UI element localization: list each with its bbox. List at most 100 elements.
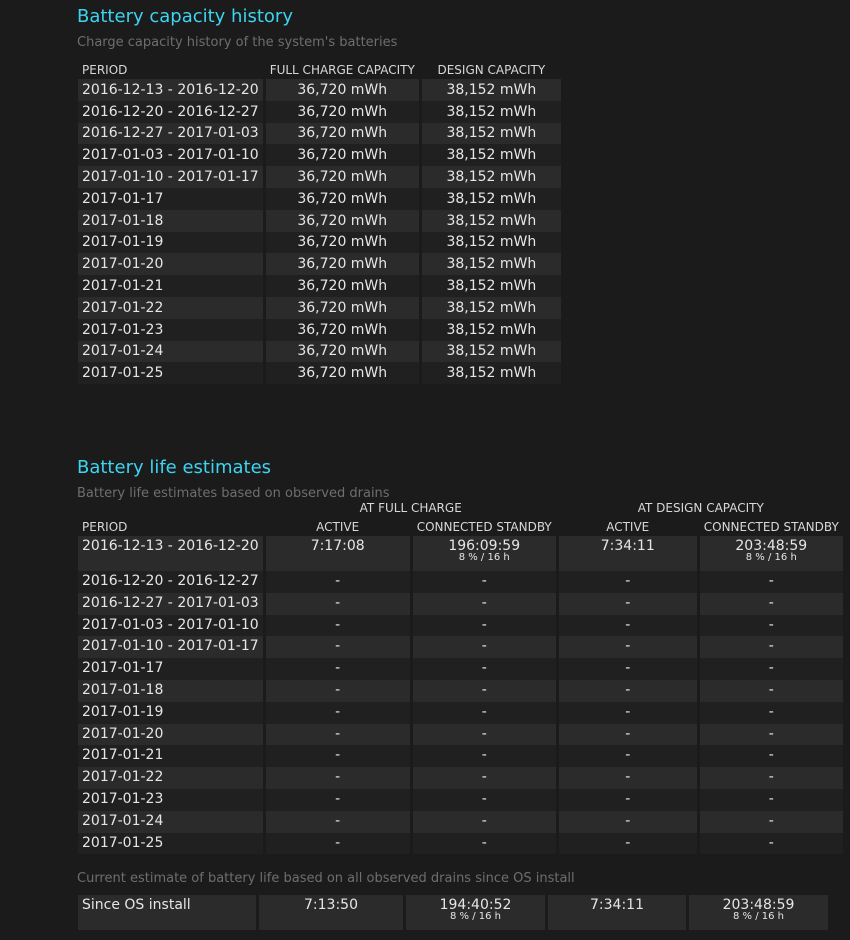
cell-design-standby: - <box>699 614 843 637</box>
cell-design-standby: - <box>699 571 843 593</box>
cell-full-active: - <box>265 788 410 811</box>
column-header-period: PERIOD <box>82 519 128 534</box>
cell-period: 2017-01-21 <box>78 745 263 768</box>
group-header-spacer <box>78 498 263 517</box>
cell-full-active: - <box>265 832 410 855</box>
cell-period: 2016-12-27 - 2017-01-03 <box>78 592 263 615</box>
cell-design-active: - <box>558 614 697 637</box>
column-header-full-charge-capacity: FULL CHARGE CAPACITY <box>269 63 415 77</box>
cell-period: 2017-01-20 <box>78 253 263 276</box>
cell-design-active: - <box>558 723 697 746</box>
table-row: 2017-01-24- - - - <box>78 810 843 833</box>
cell-period: 2016-12-27 - 2017-01-03 <box>78 122 263 145</box>
cell-full-charge-capacity: 36,720 mWh <box>265 100 419 123</box>
cell-design-active: - <box>558 636 697 659</box>
cell-period: 2016-12-20 - 2016-12-27 <box>78 571 263 593</box>
cell-full-standby: - <box>412 723 556 746</box>
cell-design-capacity: 38,152 mWh <box>421 166 561 188</box>
cell-full-charge-capacity: 36,720 mWh <box>265 166 419 188</box>
cell-full-charge-capacity: 36,720 mWh <box>265 340 419 363</box>
column-header-design-standby: CONNECTED STANDBY <box>703 519 839 534</box>
table-row: 2016-12-20 - 2016-12-27 36,720 mWh 38,152 … <box>78 100 561 123</box>
cell-design-active: - <box>558 832 697 855</box>
table-row: 2017-01-23- - - - <box>78 788 843 811</box>
table-row: 2016-12-13 - 2016-12-20 7:17:08 196:09:5… <box>78 536 843 571</box>
cell-since-full-active: 7:13:50 <box>259 895 403 930</box>
cell-period: 2017-01-25 <box>78 832 263 855</box>
cell-full-charge-capacity: 36,720 mWh <box>265 79 419 101</box>
cell-design-active: - <box>558 745 697 768</box>
cell-full-active: - <box>265 767 410 789</box>
cell-design-capacity: 38,152 mWh <box>421 231 561 254</box>
cell-period: 2016-12-13 - 2016-12-20 <box>78 536 263 571</box>
table-row: 2017-01-23 36,720 mWh 38,152 mWh <box>78 318 561 341</box>
cell-full-standby: - <box>412 832 556 855</box>
cell-full-active: - <box>265 723 410 746</box>
table-row: 2016-12-27 - 2017-01-03- - - - <box>78 592 843 615</box>
cell-period: 2017-01-22 <box>78 767 263 789</box>
cell-period: 2017-01-03 - 2017-01-10 <box>78 144 263 167</box>
table-row: 2017-01-20- - - - <box>78 723 843 746</box>
cell-design-standby: - <box>699 810 843 833</box>
cell-full-standby: - <box>412 592 556 615</box>
cell-design-standby: - <box>699 832 843 855</box>
cell-full-charge-capacity: 36,720 mWh <box>265 209 419 232</box>
cell-period: 2017-01-10 - 2017-01-17 <box>78 636 263 659</box>
table-row: 2016-12-27 - 2017-01-03 36,720 mWh 38,152 … <box>78 122 561 145</box>
cell-period: 2016-12-13 - 2016-12-20 <box>78 79 263 101</box>
table-row: 2016-12-13 - 2016-12-20 36,720 mWh 38,152 … <box>78 79 561 101</box>
cell-design-active: - <box>558 788 697 811</box>
table-row: 2017-01-20 36,720 mWh 38,152 mWh <box>78 253 561 276</box>
cell-full-charge-capacity: 36,720 mWh <box>265 275 419 297</box>
group-header-design-capacity: AT DESIGN CAPACITY <box>637 500 764 515</box>
cell-design-active: - <box>558 571 697 593</box>
cell-design-standby: - <box>699 723 843 746</box>
cell-full-active: 7:17:08 <box>265 536 410 571</box>
cell-design-standby: - <box>699 658 843 680</box>
since-install-note: Current estimate of battery life based o… <box>77 871 575 886</box>
cell-design-standby: - <box>699 701 843 724</box>
cell-full-charge-capacity: 36,720 mWh <box>265 296 419 319</box>
cell-since-full-standby: 194:40:52 8 % / 16 h <box>406 895 545 930</box>
cell-period: 2017-01-19 <box>78 231 263 254</box>
cell-design-capacity: 38,152 mWh <box>421 253 561 276</box>
table-header-row: PERIOD ACTIVE CONNECTED STANDBY ACTIVE C… <box>78 517 843 536</box>
capacity-history-subtitle: Charge capacity history of the system's … <box>77 35 398 50</box>
table-row: 2017-01-24 36,720 mWh 38,152 mWh <box>78 340 561 363</box>
cell-period: 2017-01-23 <box>78 318 263 341</box>
cell-full-charge-capacity: 36,720 mWh <box>265 231 419 254</box>
group-header-full-charge: AT FULL CHARGE <box>359 500 462 515</box>
cell-full-charge-capacity: 36,720 mWh <box>265 362 419 385</box>
cell-design-active: - <box>558 767 697 789</box>
cell-full-charge-capacity: 36,720 mWh <box>265 187 419 210</box>
cell-design-standby: 203:48:59 8 % / 16 h <box>699 536 843 571</box>
cell-since-design-standby: 203:48:59 8 % / 16 h <box>689 895 828 930</box>
table-row: 2017-01-10 - 2017-01-17- - - - <box>78 636 843 659</box>
since-install-table: Since OS install 7:13:50 194:40:52 8 % /… <box>75 895 831 930</box>
cell-design-capacity: 38,152 mWh <box>421 209 561 232</box>
cell-design-active: - <box>558 701 697 724</box>
cell-full-charge-capacity: 36,720 mWh <box>265 253 419 276</box>
table-row: 2017-01-18- - - - <box>78 679 843 702</box>
table-row: 2017-01-17- - - - <box>78 658 843 680</box>
cell-full-active: - <box>265 592 410 615</box>
cell-full-standby: - <box>412 636 556 659</box>
cell-full-charge-capacity: 36,720 mWh <box>265 122 419 145</box>
table-row: 2017-01-03 - 2017-01-10- - - - <box>78 614 843 637</box>
cell-full-standby: 196:09:59 8 % / 16 h <box>412 536 556 571</box>
cell-design-standby: - <box>699 788 843 811</box>
table-header-row: PERIOD FULL CHARGE CAPACITY DESIGN CAPAC… <box>78 61 561 79</box>
cell-full-active: - <box>265 745 410 768</box>
cell-design-active: - <box>558 679 697 702</box>
cell-design-capacity: 38,152 mWh <box>421 144 561 167</box>
cell-design-capacity: 38,152 mWh <box>421 187 561 210</box>
table-row: 2017-01-21- - - - <box>78 745 843 768</box>
column-header-design-active: ACTIVE <box>606 519 650 534</box>
design-standby-sub: 8 % / 16 h <box>745 552 797 563</box>
group-header-row: AT FULL CHARGE AT DESIGN CAPACITY <box>78 498 843 517</box>
cell-design-capacity: 38,152 mWh <box>421 100 561 123</box>
cell-design-standby: - <box>699 767 843 789</box>
cell-full-charge-capacity: 36,720 mWh <box>265 318 419 341</box>
cell-full-active: - <box>265 658 410 680</box>
capacity-history-table: PERIOD FULL CHARGE CAPACITY DESIGN CAPAC… <box>75 61 564 385</box>
